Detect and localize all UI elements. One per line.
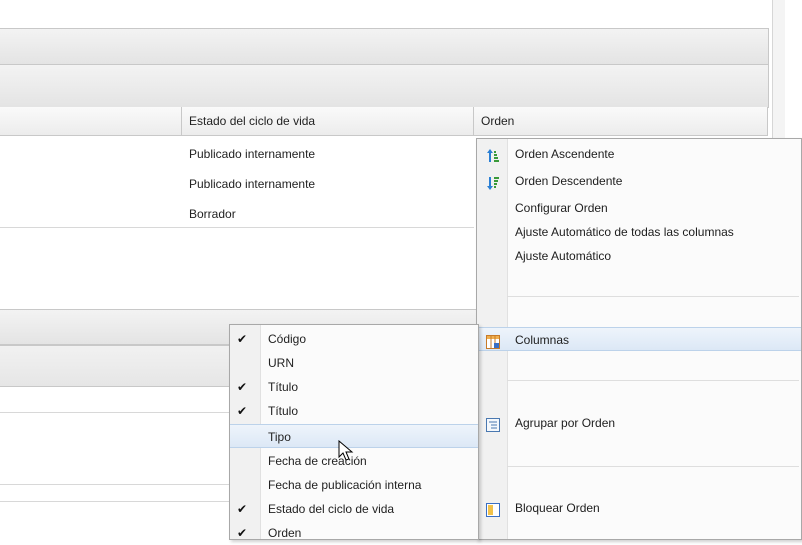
column-header-blank[interactable] <box>0 107 182 136</box>
table-row-3-lifecycle[interactable]: Borrador <box>189 203 236 225</box>
submenu-item-internal-publication-date[interactable]: Fecha de publicación interna <box>230 473 478 497</box>
sort-ascending-icon <box>486 147 500 162</box>
column-header-lifecycle-label: Estado del ciclo de vida <box>189 114 316 128</box>
menu-item-label: Orden Descendente <box>515 174 623 188</box>
columns-submenu: ✔ Código URN ✔ Título ✔ Título Tipo Fech… <box>229 324 479 540</box>
submenu-item-label: Título <box>268 380 299 394</box>
column-header-order-label: Orden <box>481 114 515 128</box>
menu-item-label: Configurar Orden <box>515 201 608 215</box>
menu-item-autofit[interactable]: Ajuste Automático <box>477 244 801 268</box>
check-icon: ✔ <box>237 332 248 346</box>
menu-separator <box>507 380 799 381</box>
columns-icon <box>486 333 500 349</box>
submenu-item-code[interactable]: ✔ Código <box>230 327 478 351</box>
table-row-1-lifecycle[interactable]: Publicado internamente <box>189 143 315 165</box>
menu-item-sort-descending[interactable]: Orden Descendente <box>477 169 801 193</box>
submenu-item-label: Tipo <box>268 430 291 444</box>
grid-toolbar-secondary <box>0 64 769 108</box>
column-header-order[interactable]: Orden <box>474 107 768 136</box>
group-icon <box>486 416 500 432</box>
menu-separator <box>507 466 799 467</box>
menu-item-configure-sort[interactable]: Configurar Orden <box>477 196 801 220</box>
menu-separator <box>507 296 799 297</box>
menu-item-freeze[interactable]: Bloquear Orden <box>477 496 801 520</box>
grid-toolbar-top <box>0 28 769 65</box>
submenu-item-label: Orden <box>268 526 302 540</box>
menu-item-label: Ajuste Automático de todas las columnas <box>515 225 734 239</box>
row-divider <box>0 227 474 228</box>
menu-item-columns[interactable]: Columnas <box>477 327 801 351</box>
check-icon: ✔ <box>237 526 248 540</box>
menu-item-sort-ascending[interactable]: Orden Ascendente <box>477 142 801 166</box>
column-context-menu: Orden Ascendente Orden Descendente Confi… <box>476 138 802 540</box>
column-header-lifecycle[interactable]: Estado del ciclo de vida <box>182 107 474 136</box>
menu-item-label: Columnas <box>515 333 570 347</box>
mouse-cursor-icon <box>338 439 356 464</box>
submenu-item-lifecycle-state[interactable]: ✔ Estado del ciclo de vida <box>230 497 478 521</box>
menu-item-label: Ajuste Automático <box>515 249 612 263</box>
submenu-item-label: Código <box>268 332 307 346</box>
submenu-item-label: Fecha de publicación interna <box>268 478 422 492</box>
submenu-item-title-2[interactable]: ✔ Título <box>230 399 478 423</box>
submenu-item-label: Título <box>268 404 299 418</box>
submenu-item-order[interactable]: ✔ Orden <box>230 521 478 545</box>
submenu-item-title-1[interactable]: ✔ Título <box>230 375 478 399</box>
submenu-item-label: Estado del ciclo de vida <box>268 502 395 516</box>
sort-descending-icon <box>486 174 500 190</box>
check-icon: ✔ <box>237 404 248 418</box>
menu-item-label: Bloquear Orden <box>515 501 600 515</box>
check-icon: ✔ <box>237 502 248 516</box>
menu-item-label: Agrupar por Orden <box>515 416 616 430</box>
check-icon: ✔ <box>237 380 248 394</box>
submenu-item-urn[interactable]: URN <box>230 351 478 375</box>
menu-item-group-by[interactable]: Agrupar por Orden <box>477 411 801 435</box>
menu-item-autofit-all[interactable]: Ajuste Automático de todas las columnas <box>477 220 801 244</box>
submenu-item-label: URN <box>268 356 294 370</box>
freeze-icon <box>486 501 500 517</box>
table-row-2-lifecycle[interactable]: Publicado internamente <box>189 173 315 195</box>
menu-item-label: Orden Ascendente <box>515 147 615 161</box>
